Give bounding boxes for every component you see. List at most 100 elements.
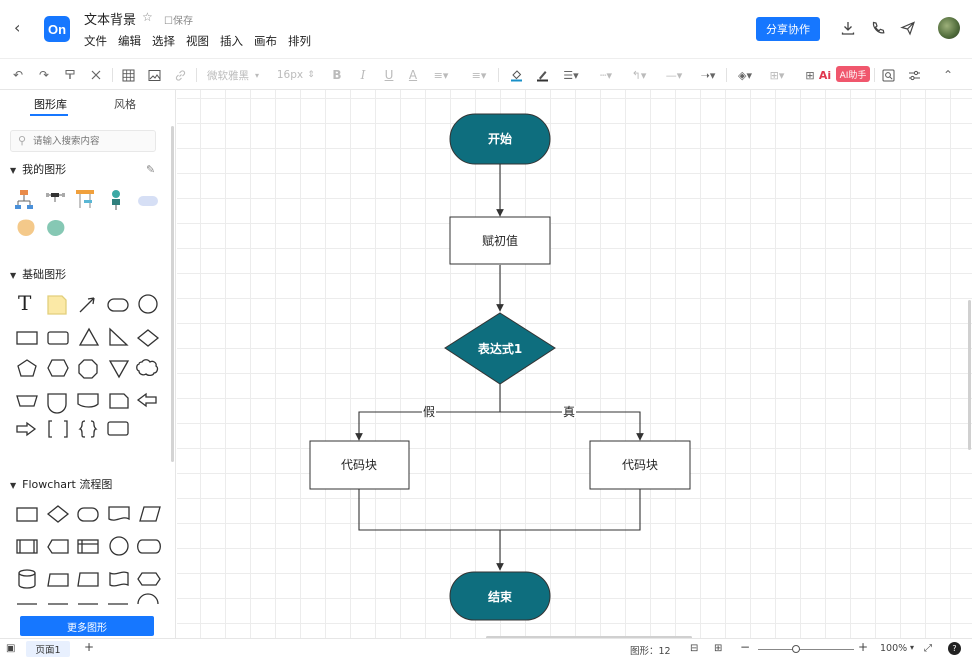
page-tab-1[interactable]: 页面1 [26, 641, 70, 657]
bold-icon[interactable]: B [330, 67, 344, 83]
section-title: 基础图形 [22, 268, 67, 281]
zoom-slider[interactable] [758, 649, 854, 650]
section-my-shapes[interactable]: ▼ 我的图形 [10, 161, 66, 177]
more-shapes-button[interactable]: 更多图形 [20, 616, 154, 636]
data-shape-icon [139, 506, 161, 522]
align-icon[interactable]: ⊞▾ [766, 67, 788, 83]
font-color-icon[interactable]: A [406, 67, 420, 83]
menu-bar: 文件 编辑 选择 视图 插入 画布 排列 [84, 33, 322, 49]
menu-edit[interactable]: 编辑 [118, 33, 141, 49]
zoom-level[interactable]: 100% [880, 643, 907, 654]
stepper-icon[interactable]: ⇕ [306, 67, 316, 83]
zoom-slider-handle[interactable] [792, 645, 800, 653]
zoom-in-icon[interactable]: + [858, 640, 868, 654]
menu-insert[interactable]: 插入 [220, 33, 243, 49]
sidebar-scrollbar[interactable] [171, 126, 174, 462]
italic-icon[interactable]: I [356, 67, 370, 83]
connector-type-icon[interactable]: ↰▾ [628, 67, 650, 83]
back-icon[interactable]: ‹ [14, 18, 20, 37]
line-style-icon[interactable]: ┄▾ [594, 67, 618, 83]
shape-search[interactable]: ⚲ [10, 130, 156, 152]
menu-arrange[interactable]: 排列 [288, 33, 311, 49]
section-flowchart[interactable]: ▼ Flowchart 流程图 [10, 476, 112, 492]
line-spacing-icon[interactable]: ≡▾ [468, 67, 490, 83]
inverted-triangle-shape-icon [108, 360, 130, 379]
decision-node-label: 表达式1 [477, 341, 522, 356]
search-icon: ⚲ [18, 134, 27, 147]
image-icon[interactable] [146, 67, 162, 83]
map-view-icon[interactable]: ⊞ [714, 643, 722, 654]
connector-circle-shape-icon [109, 536, 129, 556]
false-label[interactable]: 假 [423, 405, 435, 419]
download-icon[interactable] [838, 18, 858, 38]
menu-view[interactable]: 视图 [186, 33, 209, 49]
text-shape-icon: T [18, 291, 32, 315]
triangle-shape-icon [78, 327, 100, 346]
underline-icon[interactable]: U [382, 67, 396, 83]
format-painter-icon[interactable] [62, 67, 78, 83]
collapse-triangle-icon: ▼ [10, 166, 17, 175]
link-icon[interactable] [172, 67, 188, 83]
start-node-label: 开始 [488, 131, 512, 146]
text-align-icon[interactable]: ≡▾ [430, 67, 452, 83]
app-window: ‹ On 文本背景 ☆ ☐保存 文件 编辑 选择 视图 插入 画布 排列 分享协… [0, 0, 972, 658]
add-page-icon[interactable]: + [84, 640, 94, 654]
rounded-pill-shape-icon [138, 196, 158, 206]
true-label[interactable]: 真 [563, 405, 575, 419]
font-family-select[interactable]: 微软雅黑 [206, 67, 250, 83]
chevron-down-icon[interactable]: ▾ [252, 67, 262, 83]
line-color-icon[interactable] [534, 67, 550, 83]
font-size-input[interactable]: 16px [276, 67, 304, 83]
my-shapes-grid[interactable] [14, 188, 164, 242]
screen-grid-icon[interactable]: ⊞ [802, 67, 818, 83]
share-button[interactable]: 分享协作 [756, 17, 820, 41]
collapse-triangle-icon: ▼ [10, 271, 17, 280]
layer-icon[interactable]: ◈▾ [734, 67, 756, 83]
clear-format-icon[interactable] [88, 67, 104, 83]
outline-view-icon[interactable]: ⊟ [690, 643, 698, 654]
flowchart-shapes-grid[interactable] [12, 500, 164, 612]
shield-shape-icon [47, 393, 67, 414]
search-canvas-icon[interactable] [880, 67, 896, 83]
canvas-vertical-scrollbar[interactable] [968, 300, 971, 450]
display-shape-icon [47, 539, 69, 554]
undo-icon[interactable]: ↶ [10, 67, 26, 83]
settings-sliders-icon[interactable] [906, 67, 922, 83]
ai-assistant-button[interactable]: AI助手 [836, 66, 870, 82]
diagram-canvas[interactable]: 假 真 开始 赋初值 表达式1 代码块 代码块 结束 [177, 90, 972, 639]
fill-color-icon[interactable] [508, 67, 524, 83]
collapse-toolbar-icon[interactable]: ⌃ [940, 67, 956, 83]
flowchart-diagram: 假 真 开始 赋初值 表达式1 代码块 代码块 结束 [309, 113, 691, 621]
section-title: 我的图形 [22, 163, 67, 176]
send-icon[interactable] [898, 18, 918, 38]
tab-style[interactable]: 风格 [114, 96, 136, 112]
avatar[interactable] [938, 17, 960, 39]
menu-file[interactable]: 文件 [84, 33, 107, 49]
line-width-icon[interactable]: ☰▾ [560, 67, 582, 83]
header: ‹ On 文本背景 ☆ ☐保存 文件 编辑 选择 视图 插入 画布 排列 分享协… [0, 0, 972, 58]
toolbar-divider [196, 68, 197, 82]
edit-icon[interactable]: ✎ [146, 163, 155, 176]
arrow-end-icon[interactable]: ➝▾ [696, 67, 720, 83]
pages-icon[interactable]: ▣ [6, 643, 15, 654]
chevron-down-icon[interactable]: ▾ [910, 643, 914, 652]
blob-green-shape-icon [47, 219, 65, 236]
fullscreen-icon[interactable]: ⤢ [924, 643, 932, 654]
star-icon[interactable]: ☆ [142, 10, 153, 24]
grid-icon[interactable] [120, 67, 136, 83]
ai-label[interactable]: Ai [818, 67, 832, 83]
arrow-start-icon[interactable]: —▾ [662, 67, 686, 83]
menu-canvas[interactable]: 画布 [254, 33, 277, 49]
tab-shape-library[interactable]: 图形库 [34, 96, 67, 112]
section-basic-shapes[interactable]: ▼ 基础图形 [10, 266, 66, 282]
help-icon[interactable]: ? [948, 642, 961, 655]
search-input[interactable] [33, 134, 151, 148]
redo-icon[interactable]: ↷ [36, 67, 52, 83]
gantt-shape-icon [76, 190, 94, 208]
menu-select[interactable]: 选择 [152, 33, 175, 49]
rounded-bubble-shape-icon [77, 393, 99, 408]
document-title[interactable]: 文本背景 [84, 9, 136, 28]
basic-shapes-grid[interactable]: T [12, 290, 164, 450]
zoom-out-icon[interactable]: − [740, 640, 750, 654]
phone-icon[interactable] [868, 18, 888, 38]
